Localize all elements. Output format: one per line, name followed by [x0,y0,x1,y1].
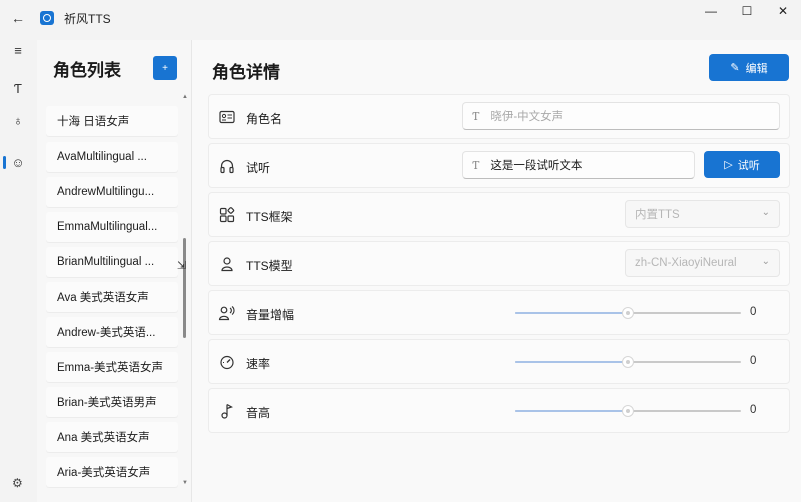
volume-gain-value: 0 [750,306,757,318]
audition-text-input[interactable]: Ƭ 这是一段试听文本 [462,151,695,179]
page-title: 角色详情 [212,63,280,82]
list-item[interactable]: AvaMultilingual ... [46,142,178,172]
chevron-down-icon: ⌄ [761,207,770,218]
edit-button-label: 编辑 [745,62,768,75]
list-item[interactable]: BrianMultilingual ... [46,247,178,277]
role-name-placeholder: 晓伊-中文女声 [490,111,564,123]
list-item[interactable]: Andrew-美式英语... [46,317,178,347]
back-arrow-icon[interactable]: ← [0,0,36,36]
pitch-value: 0 [750,404,757,416]
pitch-slider[interactable] [515,405,741,417]
audition-label: 试听 [246,161,271,175]
list-item[interactable]: Ava 美式英语女声 [46,282,178,312]
window-title: 祈风TTS [64,11,111,26]
list-item[interactable]: Brian-美式英语男声 [46,387,178,417]
list-item[interactable]: 十海 日语女声 [46,106,178,136]
edit-button[interactable]: ✎ 编辑 [709,54,789,81]
headphones-icon [218,157,236,175]
role-list[interactable]: 十海 日语女声 AvaMultilingual ... AndrewMultil… [37,92,191,492]
list-item[interactable]: Aria-美式英语女声 [46,457,178,487]
voice-model-icon [218,255,236,273]
settings-gear-icon[interactable]: ⚙ [12,476,23,490]
app-logo-icon [40,11,54,25]
tts-model-value: zh-CN-XiaoyiNeural [635,257,737,269]
scroll-down-arrow-icon[interactable]: ▼ [182,480,188,486]
text-field-icon: Ƭ [472,158,480,172]
text-field-icon: Ƭ [472,109,480,123]
add-role-button[interactable]: + [153,56,177,80]
pitch-label: 音高 [246,406,271,420]
close-button[interactable]: ✕ [765,0,801,22]
role-list-pane: 角色列表 + 十海 日语女声 AvaMultilingual ... Andre… [37,40,191,502]
volume-gain-slider[interactable] [515,307,741,319]
list-item[interactable]: Emma-美式英语女声 [46,352,178,382]
window-controls: — ☐ ✕ [693,0,801,22]
speech-rate-value: 0 [750,355,757,367]
audition-text-value: 这是一段试听文本 [490,160,583,172]
role-name-row: 角色名 Ƭ 晓伊-中文女声 [208,94,790,139]
pencil-icon: ✎ [730,62,740,74]
pitch-slider-thumb[interactable] [622,405,634,417]
maximize-button[interactable]: ☐ [729,0,765,22]
tts-model-row: TTS模型 zh-CN-XiaoyiNeural ⌄ [208,241,790,286]
tts-model-label: TTS模型 [246,259,293,273]
role-name-input[interactable]: Ƭ 晓伊-中文女声 [462,102,780,130]
minimize-button[interactable]: — [693,0,729,22]
tts-framework-select[interactable]: 内置TTS ⌄ [625,200,780,228]
scrollbar-thumb[interactable] [183,238,186,338]
speech-rate-row: 速率 0 [208,339,790,384]
id-card-icon [218,108,236,126]
tts-framework-value: 内置TTS [635,209,680,221]
audition-button-label: 试听 [737,159,760,172]
tts-framework-label: TTS框架 [246,210,293,224]
volume-gain-label: 音量增幅 [246,308,295,322]
scroll-up-arrow-icon[interactable]: ▲ [182,94,188,100]
role-name-label: 角色名 [246,112,283,126]
apps-grid-icon [218,206,236,224]
text-icon[interactable]: Ƭ [0,74,36,102]
menu-icon[interactable]: ≡ [0,36,36,64]
music-note-icon [218,402,236,420]
nav-rail: ≡ Ƭ ♁ ☺ [0,36,36,502]
speech-rate-slider-thumb[interactable] [622,356,634,368]
title-bar: ← 祈风TTS — ☐ ✕ [0,0,801,36]
person-icon[interactable]: ☺ [0,148,36,176]
gauge-icon [218,353,236,371]
chevron-down-icon: ⌄ [761,256,770,267]
role-list-title: 角色列表 [53,61,121,80]
person-voice-icon [218,304,236,322]
speech-rate-slider[interactable] [515,356,741,368]
play-icon: ▷ [724,159,733,171]
list-item[interactable]: AndrewMultilingu... [46,177,178,207]
pitch-row: 音高 0 [208,388,790,433]
list-item[interactable]: EmmaMultilingual... [46,212,178,242]
audition-row: 试听 Ƭ 这是一段试听文本 ▷ 试听 [208,143,790,188]
speech-rate-label: 速率 [246,357,271,371]
mouse-cursor-icon: ⇲ [177,260,187,272]
audition-button[interactable]: ▷ 试听 [704,151,780,178]
volume-gain-row: 音量增幅 0 [208,290,790,335]
volume-gain-slider-thumb[interactable] [622,307,634,319]
chat-icon[interactable]: ♁ [0,106,36,134]
role-detail-pane: 角色详情 ✎ 编辑 角色名 Ƭ 晓伊-中文女声 试听 Ƭ 这是一段试听文本 ▷ … [191,40,801,502]
list-item[interactable]: Ana 美式英语女声 [46,422,178,452]
tts-model-select[interactable]: zh-CN-XiaoyiNeural ⌄ [625,249,780,277]
tts-framework-row: TTS框架 内置TTS ⌄ [208,192,790,237]
